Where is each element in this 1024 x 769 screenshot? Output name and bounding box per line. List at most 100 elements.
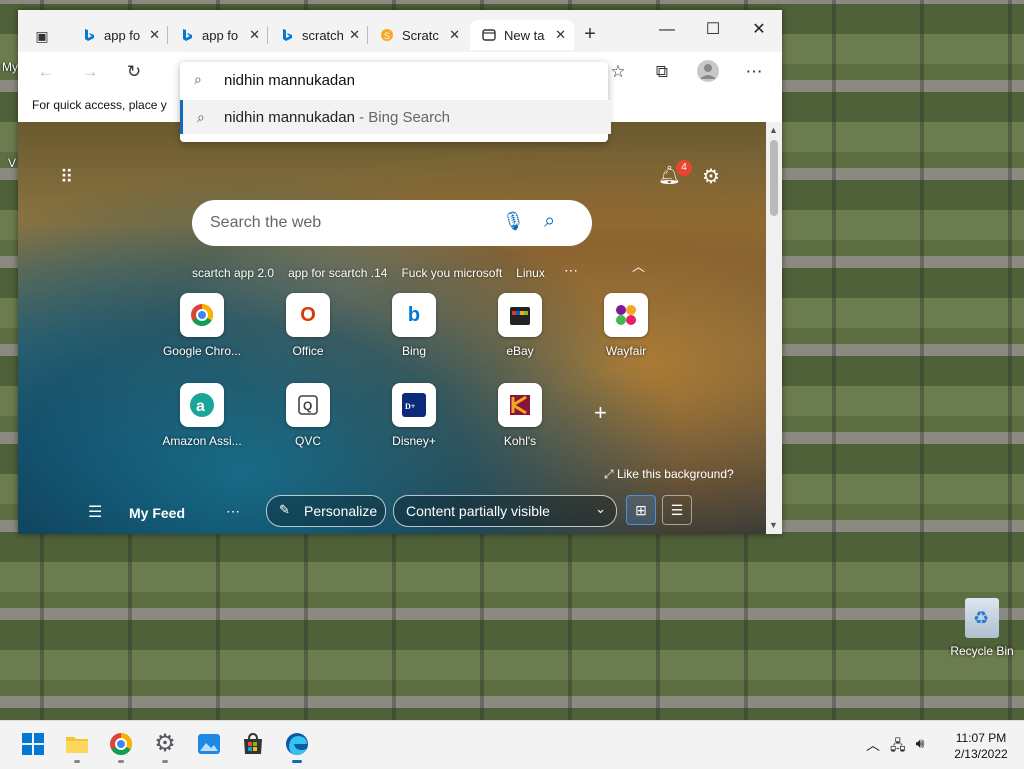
recent-search-item[interactable]: scartch app 2.0 — [192, 266, 274, 284]
profile-avatar[interactable] — [696, 60, 720, 84]
web-search-box[interactable]: 🎙︎ ⌕ — [192, 200, 592, 246]
tab-label: Scratc — [402, 27, 439, 43]
like-background-label: Like this background? — [616, 467, 734, 481]
personalize-button[interactable]: ✎ Personalize — [266, 495, 386, 527]
microsoft-store-icon[interactable] — [240, 731, 266, 757]
volume-icon[interactable]: 🔊︎ — [916, 735, 925, 759]
feed-more-icon[interactable]: ⋯ — [226, 503, 240, 520]
tab-4[interactable]: S Scratc ✕ — [368, 20, 468, 50]
favorites-bar-hint: For quick access, place y — [32, 98, 167, 112]
settings-more-icon[interactable]: ⋯ — [742, 60, 766, 84]
grid-layout-icon[interactable]: ⊞ — [626, 495, 656, 525]
recent-more-icon[interactable]: ⋯ — [564, 262, 578, 279]
scroll-down-icon[interactable]: ▼ — [769, 520, 778, 530]
svg-text:a: a — [196, 398, 205, 415]
recycle-bin[interactable]: ♻ Recycle Bin — [944, 598, 1020, 658]
address-bar-dropdown: ⌕ nidhin mannukadan ⌕ nidhin mannukadan … — [180, 62, 611, 142]
suggestion-query: nidhin mannukadan — [224, 109, 355, 126]
tab-label: app fo — [104, 27, 141, 43]
address-bar[interactable]: ⌕ nidhin mannukadan — [180, 62, 608, 98]
scroll-up-icon[interactable]: ▲ — [769, 125, 778, 135]
tab-new-tab[interactable]: New ta ✕ — [470, 20, 574, 50]
svg-text:D+: D+ — [405, 402, 416, 411]
menu-hamburger-icon[interactable]: ☰ — [88, 502, 102, 522]
chevron-up-icon[interactable]: ︿ — [866, 735, 880, 759]
feed-toolbar: ☰ My Feed ⋯ ✎ Personalize Content partia… — [18, 494, 766, 534]
content-visibility-dropdown[interactable]: Content partially visible ⌄ — [393, 495, 617, 527]
minimize-button[interactable]: — — [644, 16, 690, 44]
quick-link-disney-plus[interactable]: D+ Disney+ — [362, 383, 466, 463]
microphone-icon[interactable]: 🎙︎ — [502, 211, 525, 232]
settings-gear-icon[interactable]: ⚙ — [152, 731, 178, 757]
quick-link-bing[interactable]: b Bing — [362, 293, 466, 373]
file-explorer-icon[interactable] — [64, 731, 90, 757]
photos-icon[interactable] — [196, 731, 222, 757]
quick-link-office[interactable]: O Office — [256, 293, 360, 373]
quick-link-amazon-assistant[interactable]: a Amazon Assi... — [150, 383, 254, 463]
network-icon[interactable]: 🖧︎ — [890, 735, 906, 759]
chevron-down-icon: ⌄ — [595, 501, 606, 516]
search-icon: ⌕ — [194, 71, 202, 87]
forward-arrow-icon[interactable]: → — [78, 60, 102, 84]
refresh-icon[interactable]: ↻ — [122, 60, 146, 84]
suggestion-text: nidhin mannukadan - Bing Search — [224, 109, 450, 126]
add-site-plus-icon[interactable]: + — [594, 400, 607, 426]
my-feed-title[interactable]: My Feed — [129, 505, 185, 521]
tab-label: app fo — [202, 27, 239, 43]
favorites-star-icon[interactable]: ☆ — [606, 60, 630, 84]
search-suggestion[interactable]: ⌕ nidhin mannukadan - Bing Search — [180, 100, 611, 134]
svg-text:Q: Q — [303, 399, 312, 413]
scrollbar-thumb[interactable] — [770, 140, 778, 216]
running-indicator-active — [292, 760, 302, 763]
tile-label: Disney+ — [392, 434, 436, 448]
office-icon: O — [286, 293, 330, 337]
edge-icon[interactable] — [284, 731, 310, 757]
gear-icon[interactable]: ⚙ — [702, 164, 720, 189]
close-tab-icon[interactable]: ✕ — [449, 27, 460, 43]
page-scrollbar[interactable]: ▲ ▼ — [766, 122, 782, 534]
collections-icon[interactable]: ⧉ — [650, 60, 674, 84]
suggestion-source: - Bing Search — [354, 109, 450, 126]
close-tab-icon[interactable]: ✕ — [555, 27, 566, 43]
close-tab-icon[interactable]: ✕ — [249, 27, 260, 43]
quick-link-wayfair[interactable]: Wayfair — [574, 293, 678, 373]
maximize-button[interactable]: ☐ — [690, 16, 736, 44]
tile-label: Wayfair — [605, 344, 647, 358]
tab-2[interactable]: app fo ✕ — [168, 20, 268, 50]
ebay-icon — [498, 293, 542, 337]
recent-search-item[interactable]: Linux — [516, 266, 545, 284]
search-icon[interactable]: ⌕ — [544, 210, 555, 233]
tile-label: Bing — [401, 344, 427, 358]
quick-link-google-chrome[interactable]: Google Chro... — [150, 293, 254, 373]
close-tab-icon[interactable]: ✕ — [149, 27, 160, 43]
svg-text:S: S — [384, 31, 390, 41]
taskbar: ⚙ ︿ 🖧︎ 🔊︎ 11:07 PM 2/13/2022 — [0, 720, 1024, 769]
bing-icon: b — [392, 293, 436, 337]
start-windows-icon[interactable] — [20, 731, 46, 757]
search-input[interactable] — [208, 213, 492, 233]
app-launcher-icon[interactable]: ⠿ — [60, 167, 80, 187]
scratch-icon: S — [380, 28, 394, 42]
recent-search-item[interactable]: app for scartch .14 — [288, 266, 387, 284]
tile-label: eBay — [506, 344, 534, 358]
address-input-value[interactable]: nidhin mannukadan — [224, 72, 355, 89]
new-tab-icon — [482, 28, 496, 42]
tab-actions-icon[interactable]: ▣ — [30, 24, 54, 48]
clock[interactable]: 11:07 PM 2/13/2022 — [950, 730, 1012, 762]
new-tab-plus-icon[interactable]: + — [578, 22, 602, 46]
like-background-link[interactable]: ⤢ Like this background? — [604, 467, 734, 482]
search-icon: ⌕ — [197, 109, 205, 125]
back-arrow-icon[interactable]: ← — [34, 60, 58, 84]
collapse-chevron-icon[interactable]: ︿ — [632, 256, 645, 275]
close-tab-icon[interactable]: ✕ — [349, 27, 360, 43]
quick-link-qvc[interactable]: Q QVC — [256, 383, 360, 463]
quick-link-kohls[interactable]: Kohl's — [468, 383, 572, 463]
tab-1[interactable]: app fo ✕ — [70, 20, 168, 50]
list-layout-icon[interactable]: ☰ — [662, 495, 692, 525]
running-indicator — [118, 760, 124, 763]
tab-3[interactable]: scratch ✕ — [268, 20, 368, 50]
close-window-button[interactable]: ✕ — [736, 16, 782, 44]
chrome-icon[interactable] — [108, 731, 134, 757]
recent-search-item[interactable]: Fuck you microsoft — [401, 266, 502, 284]
quick-link-ebay[interactable]: eBay — [468, 293, 572, 373]
